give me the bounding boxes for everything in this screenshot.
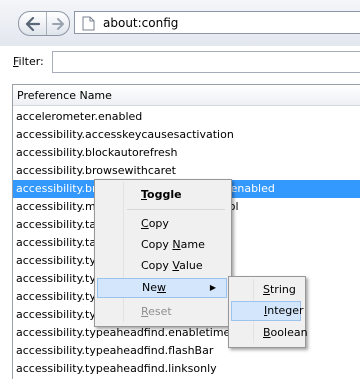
- back-forward-buttons: [18, 11, 70, 36]
- preference-row[interactable]: accessibility.typeaheadfind.linksonly: [13, 360, 360, 378]
- filter-input[interactable]: [52, 51, 360, 73]
- navigation-toolbar: about:config: [0, 0, 360, 47]
- back-button[interactable]: [19, 12, 47, 35]
- address-bar[interactable]: about:config: [74, 11, 360, 34]
- preference-row[interactable]: accessibility.blockautorefresh: [13, 144, 360, 162]
- menu-item-copy[interactable]: Copy: [97, 214, 227, 234]
- url-text: about:config: [103, 16, 179, 30]
- menu-separator: [127, 209, 225, 210]
- preference-row[interactable]: accelerometer.enabled: [13, 108, 360, 126]
- menu-item-toggle[interactable]: Toggle: [97, 185, 227, 205]
- submenu-arrow-icon: ▶: [209, 283, 216, 292]
- filter-label: Filter:: [13, 55, 44, 68]
- forward-arrow-icon: [52, 17, 64, 30]
- context-menu: Toggle Copy Copy Name Copy Value New ▶ Re…: [94, 179, 232, 327]
- submenu-item-integer[interactable]: Integer: [231, 301, 304, 321]
- submenu-item-string[interactable]: String: [231, 280, 301, 300]
- filter-row: Filter:: [0, 46, 360, 80]
- column-header-label: Preference Name: [17, 89, 112, 102]
- forward-button[interactable]: [47, 12, 69, 35]
- menu-item-copy-name[interactable]: Copy Name: [97, 235, 227, 255]
- menu-item-new[interactable]: New ▶: [97, 278, 227, 298]
- new-submenu: String Integer Boolean: [228, 276, 308, 348]
- preference-row[interactable]: accessibility.accesskeycausesactivation: [13, 126, 360, 144]
- preference-row[interactable]: accessibility.browsewithcaret: [13, 162, 360, 180]
- back-arrow-icon: [25, 16, 40, 31]
- page-icon: [82, 16, 95, 31]
- preference-row[interactable]: accessibility.typeaheadfind.flashBar: [13, 342, 360, 360]
- menu-item-reset[interactable]: Reset: [97, 302, 227, 322]
- submenu-item-boolean[interactable]: Boolean: [231, 323, 308, 343]
- column-header-preference-name[interactable]: Preference Name: [13, 85, 360, 106]
- menu-item-copy-value[interactable]: Copy Value: [97, 256, 227, 276]
